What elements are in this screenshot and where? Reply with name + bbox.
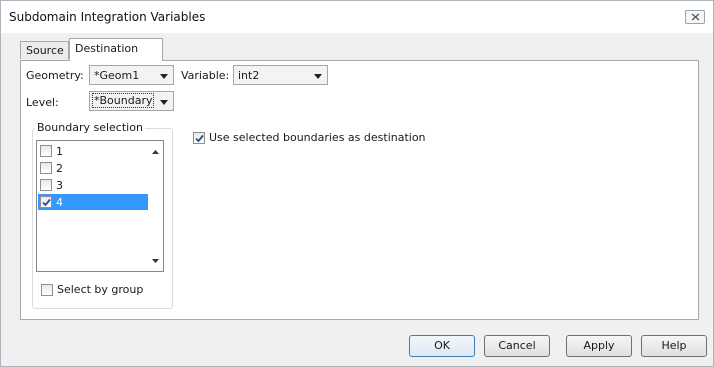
list-item-label: 3 (56, 179, 63, 192)
level-value: *Boundary (91, 93, 155, 108)
scroll-down-arrow-icon[interactable] (152, 259, 159, 263)
use-selected-label: Use selected boundaries as destination (209, 131, 426, 144)
close-button[interactable] (685, 10, 705, 24)
checkmark-icon (42, 198, 51, 207)
title-bar: Subdomain Integration Variables (1, 1, 713, 33)
boundary-3-checkbox[interactable] (40, 179, 52, 191)
help-button-label: Help (661, 339, 687, 352)
level-label: Level: (26, 96, 59, 109)
geometry-label: Geometry: (26, 69, 84, 82)
boundary-1-checkbox[interactable] (40, 145, 52, 157)
listbox-scrollbar[interactable] (148, 141, 163, 271)
variable-label: Variable: (181, 69, 230, 82)
boundary-selection-title: Boundary selection (35, 121, 145, 134)
tab-source[interactable]: Source (20, 41, 69, 59)
boundary-2-checkbox[interactable] (40, 162, 52, 174)
geometry-dropdown[interactable]: *Geom1 (89, 65, 174, 85)
list-item-label: 4 (56, 196, 63, 209)
select-by-group-label: Select by group (57, 283, 144, 296)
list-item[interactable]: 4 (38, 194, 148, 210)
list-item[interactable]: 3 (38, 177, 148, 193)
checkmark-icon (195, 134, 204, 143)
chevron-down-icon (160, 100, 168, 105)
scroll-up-arrow-icon[interactable] (152, 150, 159, 154)
geometry-value: *Geom1 (94, 69, 140, 82)
list-item[interactable]: 1 (38, 143, 148, 159)
ok-button-label: OK (434, 339, 450, 352)
boundary-4-checkbox[interactable] (40, 196, 52, 208)
list-item[interactable]: 2 (38, 160, 148, 176)
cancel-button[interactable]: Cancel (484, 335, 550, 357)
window-title: Subdomain Integration Variables (9, 10, 206, 24)
tab-source-label: Source (26, 44, 64, 57)
list-item-label: 2 (56, 162, 63, 175)
chevron-down-icon (314, 74, 322, 79)
list-item-label: 1 (56, 145, 63, 158)
level-dropdown[interactable]: *Boundary (89, 91, 174, 111)
chevron-down-icon (160, 74, 168, 79)
tab-destination[interactable]: Destination (69, 38, 163, 61)
close-icon (691, 13, 700, 21)
cancel-button-label: Cancel (498, 339, 536, 352)
apply-button[interactable]: Apply (566, 335, 632, 357)
apply-button-label: Apply (583, 339, 615, 352)
boundary-listbox[interactable]: 1 2 3 4 (36, 140, 164, 272)
use-selected-checkbox[interactable] (193, 132, 205, 144)
ok-button[interactable]: OK (409, 335, 475, 357)
variable-dropdown[interactable]: int2 (233, 65, 328, 85)
variable-value: int2 (238, 69, 260, 82)
tab-destination-label: Destination (75, 42, 139, 55)
help-button[interactable]: Help (641, 335, 707, 357)
select-by-group-checkbox[interactable] (41, 284, 53, 296)
